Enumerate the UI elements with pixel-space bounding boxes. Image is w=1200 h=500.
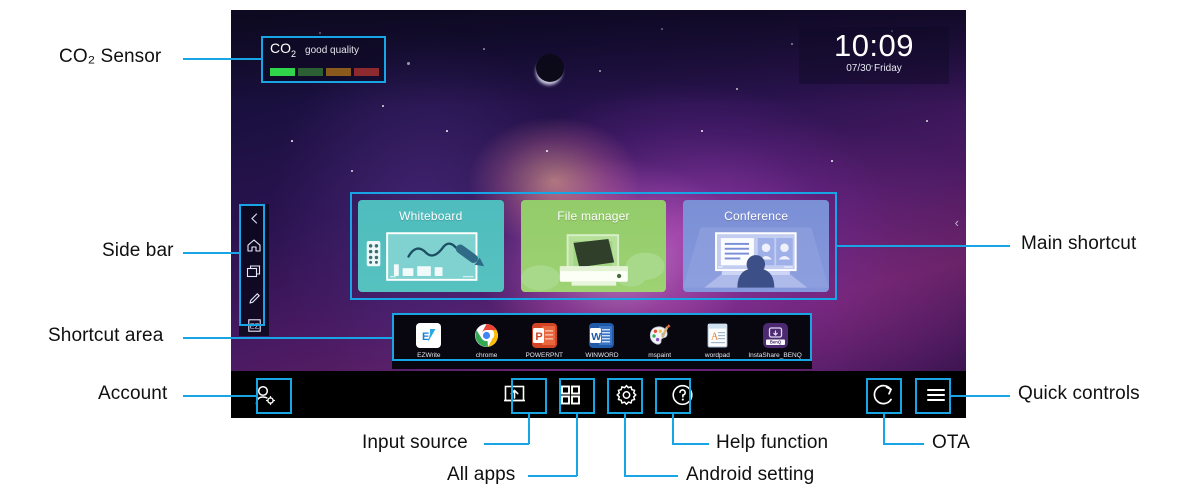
app-label: WINWORD [585, 351, 619, 359]
label-android-setting: Android setting [686, 464, 815, 485]
app-label: POWERPNT [525, 351, 564, 359]
app-label: wordpad [704, 351, 730, 359]
main-shortcut-tile-file-manager[interactable]: File manager [520, 200, 667, 292]
label-main-shortcut: Main shortcut [1021, 233, 1137, 254]
label-side-bar: Side bar [102, 240, 174, 261]
wordpad-icon: A [705, 323, 730, 348]
tile-title-conference: Conference [724, 209, 789, 223]
label-ota: OTA [932, 432, 970, 453]
label-all-apps: All apps [447, 464, 516, 485]
co2-bar-fair [298, 67, 323, 76]
callout-line-input-source-v [528, 414, 530, 444]
callout-line-help-v [672, 414, 674, 444]
chrome-icon [474, 323, 499, 348]
tile-title-whiteboard: Whiteboard [399, 209, 463, 223]
bottom-bar [231, 371, 966, 418]
svg-text:EZ: EZ [249, 321, 259, 330]
main-shortcut-row: Whiteboard File manager Conference [350, 192, 837, 300]
callout-line-all-apps-v [576, 414, 578, 476]
app-shortcut-wordpad[interactable]: A wordpad [693, 323, 741, 360]
app-shortcut-instashare[interactable]: BenQ InstaShare_BENQ [748, 322, 802, 360]
app-shortcut-mspaint[interactable]: mspaint [636, 323, 684, 360]
co2-quality-text: good quality [305, 45, 359, 56]
callout-line-android-setting-v [624, 414, 626, 476]
callout-line-all-apps-h [528, 475, 577, 477]
co2-label: CO2 [270, 40, 297, 59]
callout-line-input-source-h [484, 443, 529, 445]
label-account: Account [98, 383, 168, 404]
right-edge-collapse-chevron[interactable]: ‹ [955, 215, 959, 230]
callout-line-shortcut-area [183, 337, 392, 339]
side-bar[interactable]: EZ [239, 204, 269, 336]
callout-line-co2 [183, 58, 261, 60]
bottom-bar-center-group [498, 378, 699, 411]
paint-icon [647, 323, 672, 348]
clock-time: 10:09 [833, 28, 915, 63]
label-shortcut-area: Shortcut area [48, 325, 164, 346]
clock-widget[interactable]: 10:09 07/30 Friday [799, 27, 949, 84]
app-label: EZWrite [417, 351, 441, 359]
co2-bar-poor [326, 67, 351, 76]
tile-title-file-manager: File manager [557, 209, 630, 223]
callout-line-main-shortcut [837, 245, 1010, 247]
callout-line-sidebar [183, 252, 239, 254]
co2-bar-good [270, 67, 295, 76]
main-shortcut-tile-whiteboard[interactable]: Whiteboard [358, 200, 504, 292]
sidebar-item-collapse[interactable] [243, 208, 265, 229]
app-shortcut-word[interactable]: W WINWORD [578, 322, 626, 360]
label-co2-sensor: CO₂ Sensor [59, 46, 162, 67]
svg-text:W: W [592, 330, 602, 342]
callout-line-ota-v [883, 414, 885, 444]
app-shortcut-chrome[interactable]: chrome [463, 323, 511, 360]
sidebar-item-home[interactable] [243, 235, 265, 256]
co2-level-bars [270, 67, 379, 76]
app-label: mspaint [648, 351, 672, 359]
clock-date: 07/30 Friday [846, 63, 902, 74]
callout-line-account [183, 395, 256, 397]
callout-line-help-h [672, 443, 709, 445]
quick-controls-button[interactable] [919, 378, 952, 411]
device-screen: CO2 good quality 10:09 07/30 Friday EZ ‹… [231, 10, 966, 418]
annotated-screenshot: CO2 good quality 10:09 07/30 Friday EZ ‹… [0, 0, 1200, 500]
label-help-function: Help function [716, 432, 829, 453]
bottom-bar-right-group [867, 378, 952, 411]
callout-line-android-setting-h [624, 475, 678, 477]
all-apps-button[interactable] [554, 378, 587, 411]
shortcut-area: E EZWrite chrome P POWERPNT W WINWORD ms… [392, 313, 812, 369]
sidebar-item-pen[interactable] [243, 288, 265, 309]
label-quick-controls: Quick controls [1018, 383, 1140, 404]
co2-sensor-widget[interactable]: CO2 good quality [263, 36, 386, 81]
whiteboard-illustration [358, 223, 504, 292]
word-icon: W [589, 322, 615, 348]
android-setting-button[interactable] [610, 378, 643, 411]
instashare-icon: BenQ [762, 322, 788, 348]
sidebar-item-recent[interactable] [243, 262, 265, 283]
file-manager-illustration [520, 223, 667, 292]
svg-text:BenQ: BenQ [769, 339, 781, 344]
app-shortcut-ezwrite[interactable]: E EZWrite [405, 322, 453, 360]
app-shortcut-powerpoint[interactable]: P POWERPNT [520, 322, 568, 360]
input-source-button[interactable] [498, 378, 531, 411]
powerpoint-icon: P [531, 322, 557, 348]
callout-line-ota-h [883, 443, 924, 445]
label-input-source: Input source [362, 432, 468, 453]
app-label: InstaShare_BENQ [748, 351, 802, 359]
app-label: chrome [475, 351, 498, 359]
sidebar-item-ezwrite[interactable]: EZ [243, 315, 265, 336]
co2-header: CO2 good quality [270, 41, 379, 61]
svg-text:P: P [535, 330, 542, 342]
ezwrite-icon: E [416, 322, 442, 348]
svg-text:A: A [711, 331, 719, 342]
callout-line-quick-controls [951, 395, 1010, 397]
moon-decoration [536, 54, 564, 82]
co2-bar-bad [354, 67, 379, 76]
ota-button[interactable] [867, 378, 900, 411]
conference-illustration [683, 223, 830, 292]
main-shortcut-tile-conference[interactable]: Conference [683, 200, 830, 292]
help-button[interactable] [666, 378, 699, 411]
